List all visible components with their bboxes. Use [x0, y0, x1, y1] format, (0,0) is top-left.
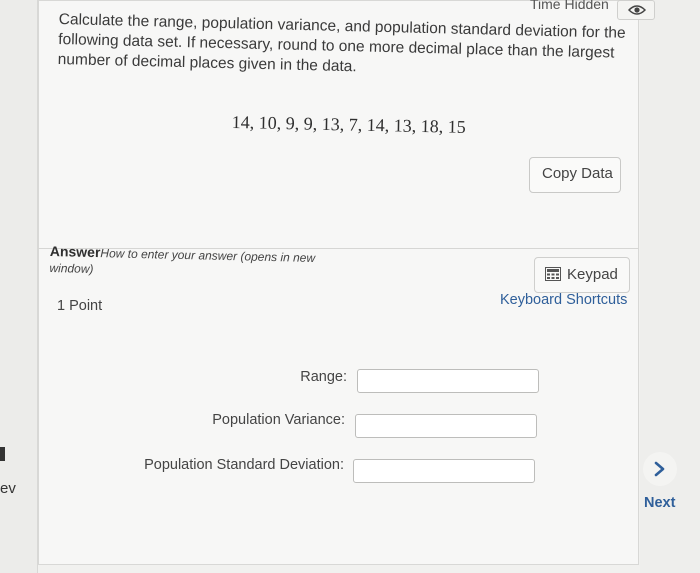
- next-rail: [640, 0, 700, 573]
- keypad-icon: [545, 267, 561, 285]
- population-std-dev-input[interactable]: [353, 459, 535, 483]
- chevron-right-icon: [654, 461, 665, 477]
- time-hidden-label: Time Hidden: [530, 0, 609, 12]
- keypad-label: Keypad: [567, 266, 618, 283]
- next-label[interactable]: Next: [644, 495, 675, 511]
- keyboard-shortcuts-link[interactable]: Keyboard Shortcuts: [500, 292, 627, 308]
- range-label: Range:: [300, 369, 347, 385]
- page: ev Time Hidden Calculate the range, popu…: [0, 0, 700, 573]
- previous-rail[interactable]: ev: [0, 0, 38, 573]
- population-std-dev-label: Population Standard Deviation:: [144, 457, 344, 473]
- keypad-button[interactable]: Keypad: [534, 257, 630, 293]
- eye-icon: [628, 5, 646, 15]
- previous-chevron-icon[interactable]: [0, 447, 5, 461]
- show-time-button[interactable]: [617, 0, 655, 20]
- next-button[interactable]: [643, 452, 677, 486]
- population-variance-label: Population Variance:: [212, 412, 345, 428]
- population-variance-input[interactable]: [355, 414, 537, 438]
- previous-label[interactable]: ev: [0, 480, 16, 497]
- copy-data-button[interactable]: Copy Data: [529, 157, 621, 193]
- answer-header: AnswerHow to enter your answer (opens in…: [49, 243, 350, 283]
- answer-label: Answer: [49, 243, 101, 261]
- range-input[interactable]: [357, 369, 539, 393]
- points-label: 1 Point: [57, 298, 103, 314]
